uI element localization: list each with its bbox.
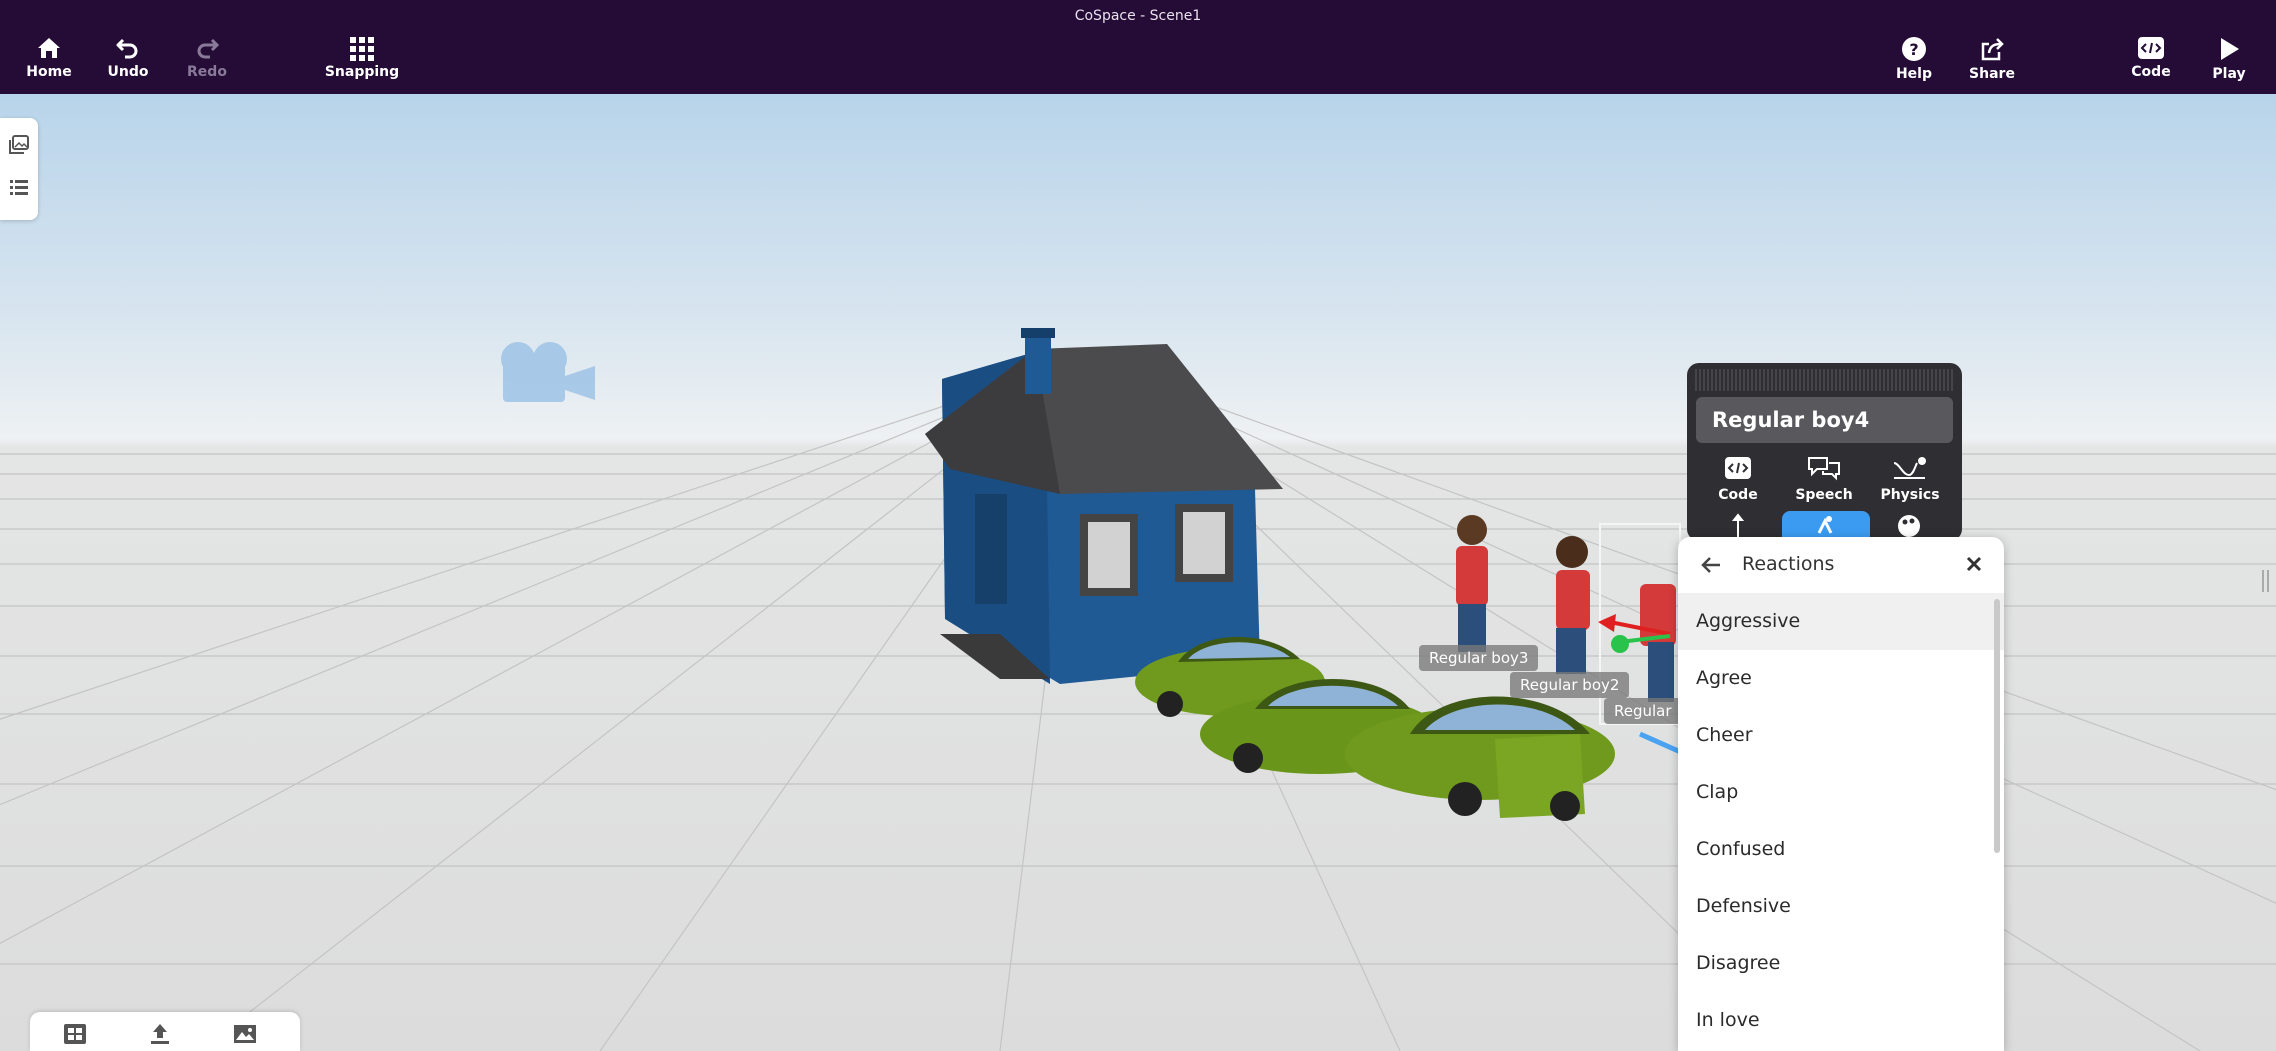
reaction-item-confused[interactable]: Confused xyxy=(1678,821,2004,878)
code-button[interactable]: Code xyxy=(2111,36,2191,80)
snapping-button[interactable]: Snapping xyxy=(322,36,402,80)
redo-label: Redo xyxy=(187,64,227,80)
reaction-item-defensive[interactable]: Defensive xyxy=(1678,878,2004,935)
scene-camera[interactable] xyxy=(501,342,595,402)
environment-icon[interactable] xyxy=(232,1022,258,1046)
panel-physics-label: Physics xyxy=(1880,487,1940,503)
reaction-item-cheer[interactable]: Cheer xyxy=(1678,707,2004,764)
reactions-header: Reactions xyxy=(1678,537,2004,593)
house-model[interactable] xyxy=(925,328,1283,684)
code-label: Code xyxy=(2131,64,2171,80)
physics-icon xyxy=(1893,457,1926,479)
grid-icon xyxy=(350,37,374,61)
home-button[interactable]: Home xyxy=(9,36,89,80)
help-icon: ? xyxy=(1902,37,1926,61)
reaction-item-agree[interactable]: Agree xyxy=(1678,650,2004,707)
share-button[interactable]: Share xyxy=(1952,36,2032,82)
help-button[interactable]: ? Help xyxy=(1874,36,1954,82)
object-panel: Regular boy4 Code Speech Physics xyxy=(1687,363,1962,541)
undo-button[interactable]: Undo xyxy=(88,36,168,80)
help-label: Help xyxy=(1895,66,1933,82)
code-icon xyxy=(2138,37,2164,59)
speech-icon xyxy=(1808,457,1840,481)
top-toolbar: CoSpace - Scene1 Home Undo Redo Snapping xyxy=(0,0,2276,94)
bottom-toolbar xyxy=(30,1012,300,1051)
panel-code-label: Code xyxy=(1718,487,1758,503)
gallery-icon[interactable] xyxy=(8,134,30,156)
panel-speech-button[interactable]: Speech xyxy=(1789,455,1859,503)
snapping-label: Snapping xyxy=(324,64,400,80)
share-icon xyxy=(1981,38,2004,61)
label-regular-boy2: Regular boy2 xyxy=(1510,672,1630,698)
animation-icon xyxy=(1817,516,1833,534)
undo-label: Undo xyxy=(107,64,149,80)
reaction-item-aggressive[interactable]: Aggressive xyxy=(1678,593,2004,650)
library-icon[interactable] xyxy=(62,1022,88,1046)
reactions-scrollbar[interactable] xyxy=(1994,599,2000,853)
window-title: CoSpace - Scene1 xyxy=(1074,8,1202,24)
label-regular-boy4: Regular xyxy=(1604,698,1682,724)
play-label: Play xyxy=(2212,66,2246,82)
list-icon[interactable] xyxy=(8,176,30,198)
reactions-menu: Reactions Aggressive Agree Cheer Clap Co… xyxy=(1678,537,2004,1051)
reaction-item-in-love[interactable]: In love xyxy=(1678,992,2004,1049)
redo-icon xyxy=(197,38,220,59)
right-drag-handle[interactable] xyxy=(2262,570,2269,592)
panel-code-button[interactable]: Code xyxy=(1703,455,1773,503)
label-regular-boy3: Regular boy3 xyxy=(1419,645,1539,671)
regular-boy3-model[interactable] xyxy=(1456,515,1488,652)
regular-boy2-model[interactable] xyxy=(1556,536,1590,674)
reactions-list: Aggressive Agree Cheer Clap Confused Def… xyxy=(1678,593,2004,1049)
redo-button[interactable]: Redo xyxy=(167,36,247,80)
reactions-title: Reactions xyxy=(1742,553,1835,575)
undo-icon xyxy=(116,38,138,59)
panel-drag-handle[interactable] xyxy=(1695,369,1954,391)
play-button[interactable]: Play xyxy=(2189,36,2269,82)
panel-speech-label: Speech xyxy=(1795,487,1853,503)
reaction-item-disagree[interactable]: Disagree xyxy=(1678,935,2004,992)
svg-text:?: ? xyxy=(1909,40,1918,59)
object-name-field[interactable]: Regular boy4 xyxy=(1696,397,1953,443)
back-arrow-icon[interactable] xyxy=(1700,555,1722,575)
left-toolbar xyxy=(0,118,38,220)
share-label: Share xyxy=(1969,66,2015,82)
panel-physics-button[interactable]: Physics xyxy=(1875,455,1945,503)
home-label: Home xyxy=(26,64,72,80)
play-icon xyxy=(2221,38,2239,60)
close-icon[interactable] xyxy=(1965,555,1983,573)
upload-icon[interactable] xyxy=(147,1022,173,1046)
reaction-item-clap[interactable]: Clap xyxy=(1678,764,2004,821)
home-icon xyxy=(38,38,60,58)
code-icon xyxy=(1725,457,1751,479)
